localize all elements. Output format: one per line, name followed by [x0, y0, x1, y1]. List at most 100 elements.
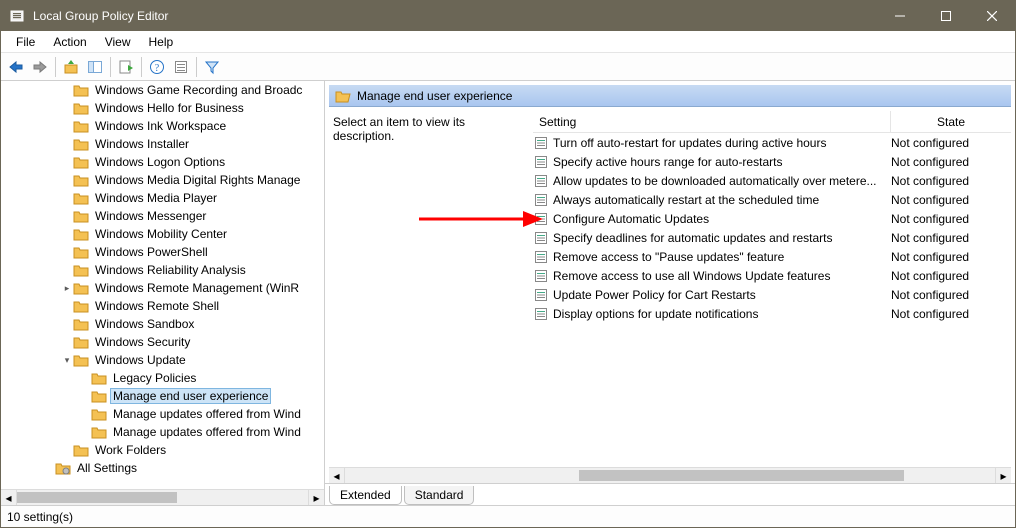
export-list-button[interactable] — [115, 56, 137, 78]
folder-icon — [73, 262, 89, 278]
tree-item[interactable]: Windows Security — [1, 333, 324, 351]
menu-view[interactable]: View — [96, 33, 140, 51]
menu-file[interactable]: File — [7, 33, 44, 51]
tree-item[interactable]: Windows Remote Shell — [1, 297, 324, 315]
tree-item[interactable]: Windows Game Recording and Broadc — [1, 81, 324, 99]
tree-item-label: Windows Messenger — [92, 208, 209, 224]
folder-icon — [73, 334, 89, 350]
setting-icon — [533, 287, 549, 303]
tree-item-label: Windows Installer — [92, 136, 192, 152]
tree-item-label: Manage end user experience — [110, 388, 271, 404]
tree-item[interactable]: Windows Media Digital Rights Manage — [1, 171, 324, 189]
setting-icon — [533, 135, 549, 151]
setting-icon — [533, 211, 549, 227]
tree-item[interactable]: Windows Messenger — [1, 207, 324, 225]
setting-row[interactable]: Display options for update notifications… — [533, 304, 1011, 323]
help-button[interactable]: ? — [146, 56, 168, 78]
tree-item[interactable]: Windows Ink Workspace — [1, 117, 324, 135]
tree-item-label: Windows Security — [92, 334, 193, 350]
folder-icon — [73, 100, 89, 116]
tree-item[interactable]: Windows Media Player — [1, 189, 324, 207]
tree-item[interactable]: Windows Hello for Business — [1, 99, 324, 117]
setting-row[interactable]: Remove access to use all Windows Update … — [533, 266, 1011, 285]
setting-label: Turn off auto-restart for updates during… — [553, 136, 891, 150]
tree-pane: Windows Game Recording and BroadcWindows… — [1, 81, 325, 505]
tree-item[interactable]: Legacy Policies — [1, 369, 324, 387]
tree-item[interactable]: Windows Sandbox — [1, 315, 324, 333]
up-one-level-button[interactable] — [60, 56, 82, 78]
tab-standard[interactable]: Standard — [404, 486, 475, 505]
tree-item-label: Windows Remote Management (WinR — [92, 280, 302, 296]
svg-text:?: ? — [155, 63, 160, 74]
tree-item-label: Work Folders — [92, 442, 169, 458]
folder-icon — [91, 424, 107, 440]
tree-item-label: Windows Media Digital Rights Manage — [92, 172, 303, 188]
back-button[interactable] — [5, 56, 27, 78]
settings-list: Setting State Turn off auto-restart for … — [533, 111, 1011, 463]
tree-item[interactable]: Work Folders — [1, 441, 324, 459]
menu-help[interactable]: Help — [140, 33, 183, 51]
minimize-button[interactable] — [877, 1, 923, 31]
tree-item-label: Windows Reliability Analysis — [92, 262, 249, 278]
tree-item[interactable]: All Settings — [1, 459, 324, 477]
folder-icon — [91, 406, 107, 422]
setting-state: Not configured — [891, 231, 1011, 245]
tree-item-label: Windows Sandbox — [92, 316, 197, 332]
setting-icon — [533, 268, 549, 284]
setting-row[interactable]: Specify deadlines for automatic updates … — [533, 228, 1011, 247]
close-button[interactable] — [969, 1, 1015, 31]
setting-icon — [533, 154, 549, 170]
setting-row[interactable]: Configure Automatic UpdatesNot configure… — [533, 209, 1011, 228]
tree-item-label: Windows Hello for Business — [92, 100, 247, 116]
list-horizontal-scrollbar[interactable]: ◂ ▸ — [329, 467, 1011, 483]
setting-row[interactable]: Update Power Policy for Cart RestartsNot… — [533, 285, 1011, 304]
folder-icon — [73, 244, 89, 260]
setting-row[interactable]: Turn off auto-restart for updates during… — [533, 133, 1011, 152]
folder-icon — [73, 172, 89, 188]
setting-row[interactable]: Allow updates to be downloaded automatic… — [533, 171, 1011, 190]
tree-item[interactable]: Manage updates offered from Wind — [1, 405, 324, 423]
details-pane: Manage end user experience Select an ite… — [325, 81, 1015, 505]
setting-row[interactable]: Always automatically restart at the sche… — [533, 190, 1011, 209]
folder-icon — [73, 298, 89, 314]
expander-icon[interactable]: ▾ — [61, 355, 73, 366]
tree-item[interactable]: Windows Logon Options — [1, 153, 324, 171]
tree-horizontal-scrollbar[interactable]: ◂ ▸ — [1, 489, 324, 505]
expander-icon[interactable]: ▸ — [61, 283, 73, 294]
tree-item[interactable]: ▸ Windows Remote Management (WinR — [1, 279, 324, 297]
column-state[interactable]: State — [891, 111, 1011, 132]
show-hide-tree-button[interactable] — [84, 56, 106, 78]
folder-open-icon — [335, 88, 351, 104]
forward-button[interactable] — [29, 56, 51, 78]
tree-item[interactable]: Windows Installer — [1, 135, 324, 153]
gear-folder-icon — [55, 460, 71, 476]
menu-action[interactable]: Action — [44, 33, 95, 51]
tree-item[interactable]: Windows Mobility Center — [1, 225, 324, 243]
tree-scroll[interactable]: Windows Game Recording and BroadcWindows… — [1, 81, 324, 489]
column-setting[interactable]: Setting — [533, 111, 891, 132]
folder-icon — [91, 370, 107, 386]
view-tabs: Extended Standard — [325, 483, 1015, 505]
setting-icon — [533, 306, 549, 322]
setting-row[interactable]: Remove access to "Pause updates" feature… — [533, 247, 1011, 266]
tree-item[interactable]: Windows PowerShell — [1, 243, 324, 261]
list-header: Setting State — [533, 111, 1011, 133]
app-window: Local Group Policy Editor File Action Vi… — [0, 0, 1016, 528]
tree-item-label: Manage updates offered from Wind — [110, 406, 304, 422]
setting-icon — [533, 192, 549, 208]
tree-item-label: Windows Update — [92, 352, 189, 368]
tree-item[interactable]: Windows Reliability Analysis — [1, 261, 324, 279]
properties-button[interactable] — [170, 56, 192, 78]
tree-item[interactable]: Manage end user experience — [1, 387, 324, 405]
setting-label: Remove access to use all Windows Update … — [553, 269, 891, 283]
filter-button[interactable] — [201, 56, 223, 78]
setting-label: Configure Automatic Updates — [553, 212, 891, 226]
setting-state: Not configured — [891, 136, 1011, 150]
setting-state: Not configured — [891, 174, 1011, 188]
titlebar: Local Group Policy Editor — [1, 1, 1015, 31]
maximize-button[interactable] — [923, 1, 969, 31]
tree-item[interactable]: ▾ Windows Update — [1, 351, 324, 369]
tab-extended[interactable]: Extended — [329, 486, 402, 505]
tree-item[interactable]: Manage updates offered from Wind — [1, 423, 324, 441]
setting-row[interactable]: Specify active hours range for auto-rest… — [533, 152, 1011, 171]
